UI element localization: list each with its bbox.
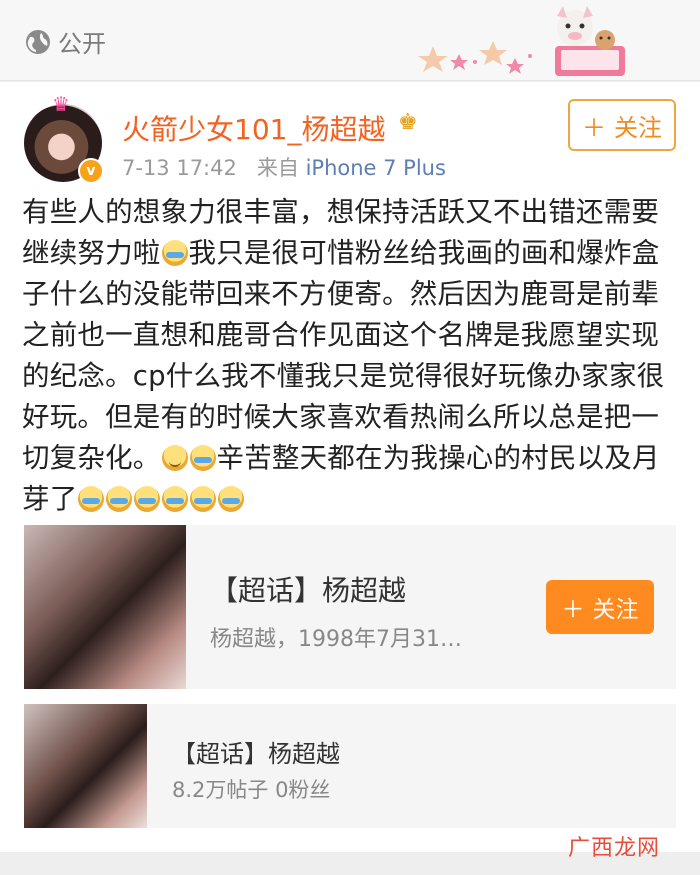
crying-laughing-emoji-icon bbox=[134, 486, 161, 512]
super-topic-thumbnail bbox=[24, 525, 186, 689]
crown-icon: ♛ bbox=[52, 92, 70, 116]
globe-icon bbox=[26, 30, 50, 54]
super-topic-follow-label: 关注 bbox=[592, 597, 639, 623]
smile-emoji-icon bbox=[161, 445, 188, 471]
super-topic-title: 【超话】杨超越 bbox=[210, 574, 407, 607]
vip-crown-icon: ♚ bbox=[398, 110, 418, 135]
post-text: 有些人的想象力很丰富，想保持活跃又不出错还需要继续努力啦 我只是很可惜粉丝给我画的… bbox=[22, 192, 678, 520]
post-meta: 7-13 17:42 来自 iPhone 7 Plus bbox=[122, 152, 446, 182]
super-topic-card[interactable]: 【超话】杨超越 杨超越，1998年7月31… ＋ 关注 bbox=[24, 525, 676, 689]
top-bar: 公开 bbox=[0, 0, 700, 81]
follow-label: 关注 bbox=[614, 113, 662, 142]
super-topic-subtitle: 杨超越，1998年7月31… bbox=[210, 627, 462, 652]
crying-laughing-emoji-icon bbox=[218, 486, 245, 512]
verified-badge-icon: v bbox=[78, 158, 104, 184]
visibility-label[interactable]: 公开 bbox=[58, 24, 106, 59]
plus-icon: ＋ bbox=[561, 597, 585, 623]
decoration-illustration bbox=[418, 6, 625, 76]
crying-laughing-emoji-icon bbox=[190, 486, 217, 512]
super-topic-stats: 8.2万帖子 0粉丝 bbox=[172, 778, 331, 802]
crying-laughing-emoji-icon bbox=[78, 486, 105, 512]
super-topic-thumbnail-2 bbox=[24, 704, 147, 828]
avatar[interactable]: ♛ v bbox=[24, 92, 104, 184]
timestamp: 7-13 17:42 bbox=[122, 156, 237, 180]
post-text-part-2: 我只是很可惜粉丝给我画的画和爆炸盒子什么的没能带回来不方便寄。然后因为鹿哥是前辈… bbox=[22, 237, 665, 474]
crying-laughing-emoji-icon bbox=[161, 240, 188, 266]
plus-icon: ＋ bbox=[582, 113, 606, 142]
super-topic-title-2: 【超话】杨超越 bbox=[172, 740, 340, 768]
source-prefix: 来自 bbox=[256, 156, 299, 180]
crying-laughing-emoji-icon bbox=[106, 486, 133, 512]
super-topic-card-2[interactable]: 【超话】杨超越 8.2万帖子 0粉丝 bbox=[24, 704, 676, 828]
username[interactable]: 火箭少女101_杨超越 bbox=[122, 108, 385, 148]
weibo-post-card: ♛ v 火箭少女101_杨超越 ♚ 7-13 17:42 来自 iPhone 7… bbox=[0, 82, 700, 852]
follow-button[interactable]: ＋ 关注 bbox=[568, 99, 676, 151]
source-device[interactable]: iPhone 7 Plus bbox=[306, 156, 446, 180]
watermark: 广西龙网 bbox=[568, 836, 661, 861]
crying-laughing-emoji-icon bbox=[189, 445, 216, 471]
super-topic-follow-button[interactable]: ＋ 关注 bbox=[546, 580, 654, 634]
crying-laughing-emoji-icon bbox=[162, 486, 189, 512]
